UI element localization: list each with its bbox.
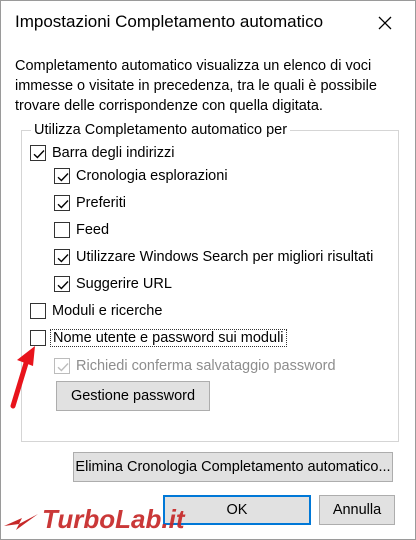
delete-autocomplete-history-button[interactable]: Elimina Cronologia Completamento automat…	[73, 452, 393, 482]
address-bar-label: Barra degli indirizzi	[52, 145, 175, 161]
watermark-text: TurboLab.it	[42, 503, 185, 534]
close-icon	[378, 16, 392, 30]
favorites-checkbox[interactable]	[54, 195, 70, 211]
checkbox-row-favorites[interactable]: Preferiti	[54, 192, 126, 214]
checkmark-icon	[33, 150, 45, 159]
feeds-checkbox[interactable]	[54, 222, 70, 238]
checkbox-row-address-bar[interactable]: Barra degli indirizzi	[30, 142, 175, 164]
watermark-logo: TurboLab.it	[2, 502, 185, 536]
checkmark-icon	[57, 254, 69, 263]
autocomplete-settings-dialog: Impostazioni Completamento automatico Co…	[0, 0, 416, 540]
favorites-label: Preferiti	[76, 195, 126, 211]
dialog-title: Impostazioni Completamento automatico	[15, 12, 324, 31]
checkbox-row-browsing-history[interactable]: Cronologia esplorazioni	[54, 165, 228, 187]
arrow-logo-icon	[4, 514, 38, 530]
suggest-urls-checkbox[interactable]	[54, 276, 70, 292]
browsing-history-label: Cronologia esplorazioni	[76, 168, 228, 184]
group-legend: Utilizza Completamento automatico per	[31, 120, 291, 140]
windows-search-checkbox[interactable]	[54, 249, 70, 265]
manage-passwords-button[interactable]: Gestione password	[56, 381, 210, 411]
checkmark-icon	[57, 173, 69, 182]
ask-save-password-label: Richiedi conferma salvataggio password	[76, 358, 336, 374]
suggest-urls-label: Suggerire URL	[76, 276, 172, 292]
checkbox-row-feeds[interactable]: Feed	[54, 219, 109, 241]
forms-searches-checkbox[interactable]	[30, 303, 46, 319]
feeds-label: Feed	[76, 222, 110, 238]
description-text: Completamento automatico visualizza un e…	[15, 58, 377, 114]
checkbox-row-ask-save-password: Richiedi conferma salvataggio password	[54, 355, 336, 377]
checkmark-icon	[57, 200, 69, 209]
close-button[interactable]	[369, 7, 401, 39]
checkmark-icon	[57, 363, 69, 372]
forms-searches-label: Moduli e ricerche	[52, 303, 163, 319]
usernames-passwords-label: Nome utente e password sui moduli	[50, 329, 287, 347]
checkbox-row-forms-searches[interactable]: Moduli e ricerche	[30, 300, 162, 322]
annotation-arrow-icon	[10, 346, 35, 409]
checkbox-row-windows-search[interactable]: Utilizzare Windows Search per migliori r…	[54, 246, 373, 268]
checkbox-row-suggest-urls[interactable]: Suggerire URL	[54, 273, 172, 295]
cancel-button[interactable]: Annulla	[319, 495, 395, 525]
ok-button[interactable]: OK	[163, 495, 311, 525]
title-bar: Impostazioni Completamento automatico	[1, 1, 415, 45]
browsing-history-checkbox[interactable]	[54, 168, 70, 184]
windows-search-label: Utilizzare Windows Search per migliori r…	[76, 249, 374, 265]
checkbox-row-usernames-passwords[interactable]: Nome utente e password sui moduli	[30, 327, 287, 349]
address-bar-checkbox[interactable]	[30, 145, 46, 161]
ask-save-password-checkbox	[54, 358, 70, 374]
checkmark-icon	[57, 281, 69, 290]
